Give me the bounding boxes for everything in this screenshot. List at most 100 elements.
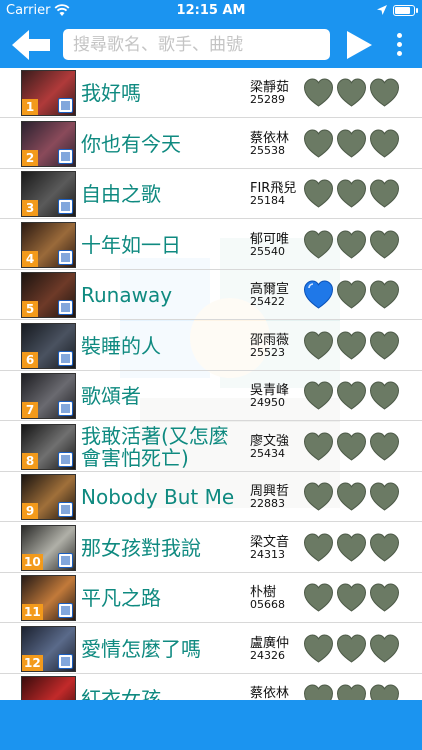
battery-icon — [393, 5, 418, 16]
song-row[interactable]: 13 紅衣女孩 蔡依林 — [0, 674, 422, 700]
favorite-hearts — [303, 77, 403, 111]
favorite-hearts — [303, 481, 403, 515]
heart-icon[interactable] — [336, 279, 367, 310]
song-code: 25540 — [250, 244, 285, 258]
heart-icon[interactable] — [336, 582, 367, 613]
song-title: 愛情怎麼了嗎 — [81, 636, 201, 661]
heart-icon[interactable] — [303, 532, 334, 563]
video-thumbnail[interactable]: 9 — [21, 474, 76, 520]
video-thumbnail[interactable]: 5 — [21, 272, 76, 318]
heart-icon[interactable] — [369, 279, 400, 310]
song-row[interactable]: 12 愛情怎麼了嗎 盧廣仲 24326 — [0, 623, 422, 674]
video-thumbnail[interactable]: 1 — [21, 70, 76, 116]
favorite-hearts — [303, 633, 403, 667]
heart-icon[interactable] — [303, 77, 334, 108]
song-list[interactable]: 1 我好嗎 梁靜茹 25289 2 你也有今天 蔡依林 25538 3 自由之歌… — [0, 68, 422, 700]
rank-badge: 10 — [22, 553, 43, 570]
heart-icon[interactable] — [369, 582, 400, 613]
song-row[interactable]: 1 我好嗎 梁靜茹 25289 — [0, 68, 422, 118]
heart-icon[interactable] — [303, 633, 334, 664]
heart-icon[interactable] — [336, 633, 367, 664]
song-row[interactable]: 9 Nobody But Me 周興哲 22883 — [0, 472, 422, 522]
heart-icon[interactable] — [303, 481, 334, 512]
heart-icon[interactable] — [369, 633, 400, 664]
favorite-hearts — [303, 683, 403, 700]
mv-tag-icon — [58, 148, 73, 164]
song-title: Runaway — [81, 283, 173, 307]
heart-icon[interactable] — [336, 380, 367, 411]
location-arrow-icon — [377, 5, 387, 15]
heart-icon[interactable] — [336, 330, 367, 361]
song-row[interactable]: 2 你也有今天 蔡依林 25538 — [0, 118, 422, 169]
video-thumbnail[interactable]: 4 — [21, 221, 76, 268]
heart-icon[interactable] — [369, 178, 400, 209]
heart-icon[interactable] — [336, 178, 367, 209]
heart-icon[interactable] — [303, 330, 334, 361]
heart-icon[interactable] — [336, 77, 367, 108]
heart-icon[interactable] — [303, 279, 334, 310]
more-menu-icon[interactable] — [393, 30, 405, 60]
heart-icon[interactable] — [369, 380, 400, 411]
favorite-hearts — [303, 431, 403, 465]
heart-icon[interactable] — [303, 229, 334, 260]
favorite-hearts — [303, 582, 403, 616]
heart-icon[interactable] — [303, 178, 334, 209]
song-row[interactable]: 10 那女孩對我說 梁文音 24313 — [0, 522, 422, 573]
video-thumbnail[interactable]: 7 — [21, 373, 76, 419]
heart-icon[interactable] — [336, 532, 367, 563]
heart-icon[interactable] — [369, 532, 400, 563]
video-thumbnail[interactable]: 2 — [21, 120, 76, 167]
rank-badge: 6 — [22, 351, 38, 368]
heart-icon[interactable] — [336, 128, 367, 159]
song-code: 25523 — [250, 345, 285, 359]
song-row[interactable]: 3 自由之歌 FIR飛兒 25184 — [0, 169, 422, 219]
video-thumbnail[interactable]: 11 — [21, 575, 76, 621]
video-thumbnail[interactable]: 12 — [21, 625, 76, 672]
rank-badge: 8 — [22, 452, 38, 469]
rank-badge: 2 — [22, 149, 38, 166]
song-row[interactable]: 4 十年如一日 郁可唯 25540 — [0, 219, 422, 270]
rank-badge: 11 — [22, 604, 43, 620]
song-row[interactable]: 11 平凡之路 朴樹 05668 — [0, 573, 422, 623]
heart-icon[interactable] — [303, 683, 334, 700]
song-code: 25538 — [250, 143, 285, 157]
heart-icon[interactable] — [336, 683, 367, 700]
heart-icon[interactable] — [336, 431, 367, 462]
video-thumbnail[interactable]: 13 — [21, 676, 76, 700]
heart-icon[interactable] — [303, 380, 334, 411]
back-arrow-icon[interactable] — [10, 28, 52, 62]
song-code: 25184 — [250, 194, 285, 207]
rank-badge: 4 — [22, 250, 38, 267]
favorite-hearts — [303, 279, 403, 313]
play-triangle-icon[interactable] — [344, 29, 374, 61]
heart-icon[interactable] — [303, 582, 334, 613]
favorite-hearts — [303, 330, 403, 364]
search-input[interactable] — [63, 29, 330, 60]
song-title: 十年如一日 — [81, 232, 181, 257]
heart-icon[interactable] — [369, 229, 400, 260]
song-title: 你也有今天 — [81, 131, 181, 156]
status-bar: Carrier 12:15 AM — [0, 0, 422, 22]
heart-icon[interactable] — [369, 330, 400, 361]
video-thumbnail[interactable]: 6 — [21, 322, 76, 369]
heart-icon[interactable] — [303, 431, 334, 462]
song-row[interactable]: 7 歌頌者 吳青峰 24950 — [0, 371, 422, 421]
song-title: 我好嗎 — [81, 81, 141, 105]
heart-icon[interactable] — [369, 128, 400, 159]
heart-icon[interactable] — [369, 683, 400, 700]
heart-icon[interactable] — [303, 128, 334, 159]
video-thumbnail[interactable]: 8 — [21, 423, 76, 470]
song-row[interactable]: 6 裝睡的人 邵雨薇 25523 — [0, 320, 422, 371]
heart-icon[interactable] — [369, 481, 400, 512]
mv-tag-icon — [58, 350, 73, 366]
video-thumbnail[interactable]: 10 — [21, 524, 76, 571]
heart-icon[interactable] — [369, 431, 400, 462]
song-row[interactable]: 5 Runaway 高爾宣 25422 — [0, 270, 422, 320]
favorite-hearts — [303, 532, 403, 566]
heart-icon[interactable] — [336, 229, 367, 260]
video-thumbnail[interactable]: 3 — [21, 171, 76, 217]
heart-icon[interactable] — [336, 481, 367, 512]
rank-badge: 9 — [22, 503, 38, 519]
heart-icon[interactable] — [369, 77, 400, 108]
song-row[interactable]: 8 我敢活著(又怎麼會害怕死亡) 廖文強 25434 — [0, 421, 422, 472]
